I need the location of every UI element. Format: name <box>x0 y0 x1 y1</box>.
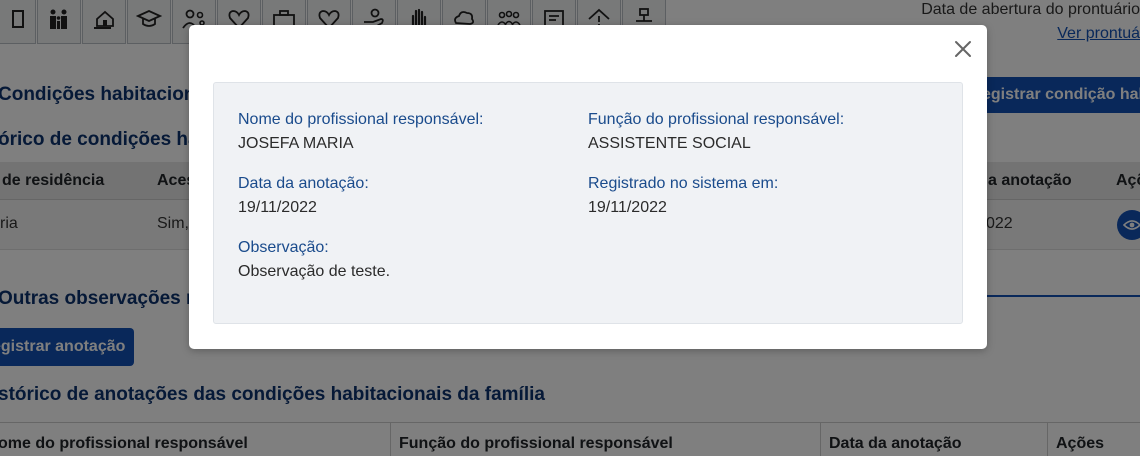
note-date-value: 19/11/2022 <box>238 199 317 216</box>
close-icon <box>955 41 971 57</box>
note-date-label: Data da anotação: <box>238 175 369 192</box>
note-details-modal: Nome do profissional responsável: JOSEFA… <box>189 25 987 349</box>
observation-value: Observação de teste. <box>238 263 391 280</box>
observation-field: Observação: Observação de teste. <box>238 236 390 284</box>
observation-label: Observação: <box>238 239 329 256</box>
registered-date-field: Registrado no sistema em: 19/11/2022 <box>588 172 778 220</box>
registered-date-value: 19/11/2022 <box>588 199 667 216</box>
professional-role-value: ASSISTENTE SOCIAL <box>588 135 751 152</box>
note-date-field: Data da anotação: 19/11/2022 <box>238 172 369 220</box>
professional-name-field: Nome do profissional responsável: JOSEFA… <box>238 108 483 156</box>
professional-name-value: JOSEFA MARIA <box>238 135 354 152</box>
professional-name-label: Nome do profissional responsável: <box>238 111 484 128</box>
professional-role-label: Função do profissional responsável: <box>588 111 845 128</box>
registered-date-label: Registrado no sistema em: <box>588 175 779 192</box>
close-button[interactable] <box>953 39 973 59</box>
note-details-panel: Nome do profissional responsável: JOSEFA… <box>213 82 963 324</box>
professional-role-field: Função do profissional responsável: ASSI… <box>588 108 844 156</box>
